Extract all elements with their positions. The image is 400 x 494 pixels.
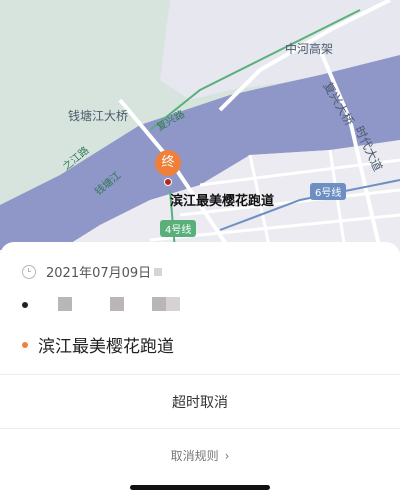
map-destination-label: 滨江最美樱花跑道	[170, 194, 275, 209]
map-label-qiantang-bridge: 钱塘江大桥	[68, 109, 129, 123]
destination-marker-dot	[164, 178, 172, 186]
trip-date-row: 2021年07月09日	[22, 262, 163, 281]
divider	[0, 428, 400, 429]
metro-line-4-badge: 4号线	[160, 220, 197, 237]
trip-date: 2021年07月09日	[46, 266, 152, 281]
cancel-rules-label: 取消规则	[170, 449, 219, 463]
trip-detail-sheet: 2021年07月09日 滨江最美樱花跑道 超时取消 取消规则 ›	[0, 242, 400, 494]
trip-status: 超时取消	[172, 395, 228, 411]
home-indicator[interactable]	[130, 485, 270, 490]
divider	[0, 374, 400, 375]
map-label-zhonghe: 中河高架	[285, 42, 334, 56]
metro-line-6-badge: 6号线	[310, 183, 347, 200]
map-view[interactable]: 中河高架 钱塘江大桥 复兴大桥 时代大道 复兴路 之江路 钱塘江 6号线 4号线…	[0, 0, 400, 252]
redacted-block	[110, 297, 124, 311]
redacted-block	[152, 297, 166, 311]
redacted-block	[58, 297, 72, 311]
clock-icon	[22, 264, 36, 279]
trip-destination-row: 滨江最美樱花跑道	[22, 332, 174, 357]
redacted-block	[166, 297, 180, 311]
destination-dot-icon	[22, 341, 28, 348]
cancel-rules-link[interactable]: 取消规则 ›	[0, 447, 400, 464]
map-canvas	[0, 0, 400, 252]
trip-destination: 滨江最美樱花跑道	[38, 337, 174, 357]
redacted-dot	[22, 302, 28, 308]
destination-pin-icon[interactable]: 终	[155, 150, 181, 176]
chevron-right-icon: ›	[224, 448, 230, 463]
redacted-block	[154, 267, 163, 276]
